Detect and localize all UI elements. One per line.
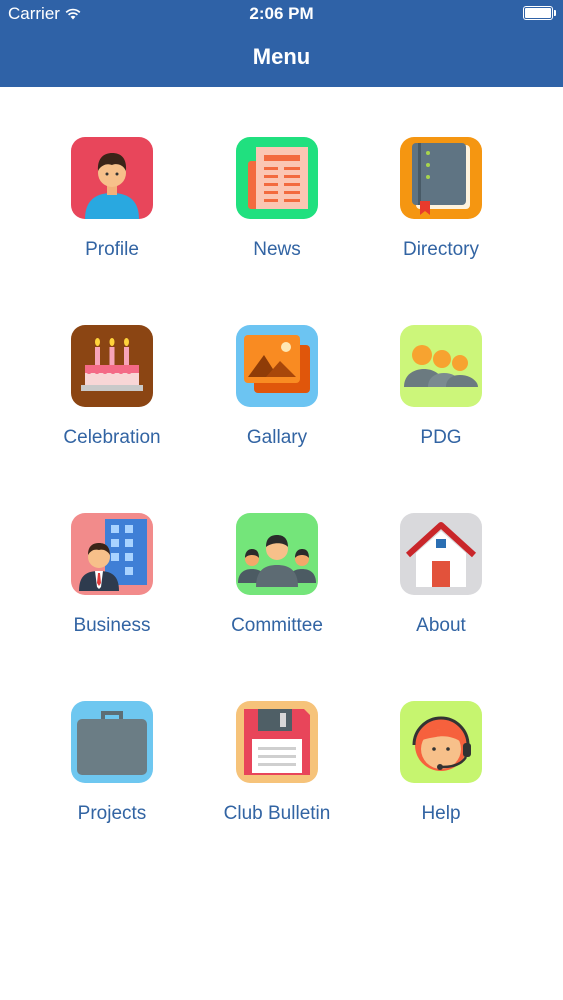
menu-item-projects[interactable]: Projects xyxy=(22,701,202,825)
menu-item-label: News xyxy=(253,239,301,260)
menu-item-label: Projects xyxy=(77,803,147,824)
menu-item-news[interactable]: News xyxy=(187,137,367,261)
menu-item-celebration[interactable]: Celebration xyxy=(22,325,202,449)
menu-item-club-bulletin[interactable]: Club Bulletin xyxy=(187,701,367,825)
house-icon xyxy=(400,513,482,595)
menu-item-label: Directory xyxy=(402,239,479,260)
menu-item-business[interactable]: Business xyxy=(22,513,202,637)
cake-icon xyxy=(71,325,153,407)
menu-item-about[interactable]: About xyxy=(351,513,531,637)
group-icon xyxy=(400,325,482,407)
committee-icon xyxy=(236,513,318,595)
menu-item-label: Celebration xyxy=(63,427,161,448)
page-title: Menu xyxy=(252,44,311,69)
briefcase-icon xyxy=(71,701,153,783)
gallery-icon xyxy=(236,325,318,407)
businessman-icon xyxy=(71,513,153,595)
menu-item-help[interactable]: Help xyxy=(351,701,531,825)
menu-item-label: Help xyxy=(421,803,461,824)
status-bar: Carrier 2:06 PM xyxy=(0,0,563,28)
news-icon xyxy=(236,137,318,219)
nav-header: Carrier 2:06 PM Menu xyxy=(0,0,563,87)
menu-item-label: Business xyxy=(73,615,151,636)
menu-item-gallary[interactable]: Gallary xyxy=(187,325,367,449)
menu-item-profile[interactable]: Profile xyxy=(22,137,202,261)
menu-item-directory[interactable]: Directory xyxy=(351,137,531,261)
menu-item-pdg[interactable]: PDG xyxy=(351,325,531,449)
menu-item-label: PDG xyxy=(420,427,462,448)
directory-icon xyxy=(400,137,482,219)
menu-item-label: Profile xyxy=(85,239,139,260)
menu-item-label: Gallary xyxy=(246,427,308,448)
menu-item-label: Club Bulletin xyxy=(223,803,331,824)
menu-item-committee[interactable]: Committee xyxy=(187,513,367,637)
menu-item-label: Committee xyxy=(231,615,323,636)
floppy-disk-icon xyxy=(236,701,318,783)
menu-item-label: About xyxy=(416,615,466,636)
profile-icon xyxy=(71,137,153,219)
battery-icon xyxy=(523,6,556,20)
support-agent-icon xyxy=(400,701,482,783)
status-time: 2:06 PM xyxy=(249,4,314,23)
